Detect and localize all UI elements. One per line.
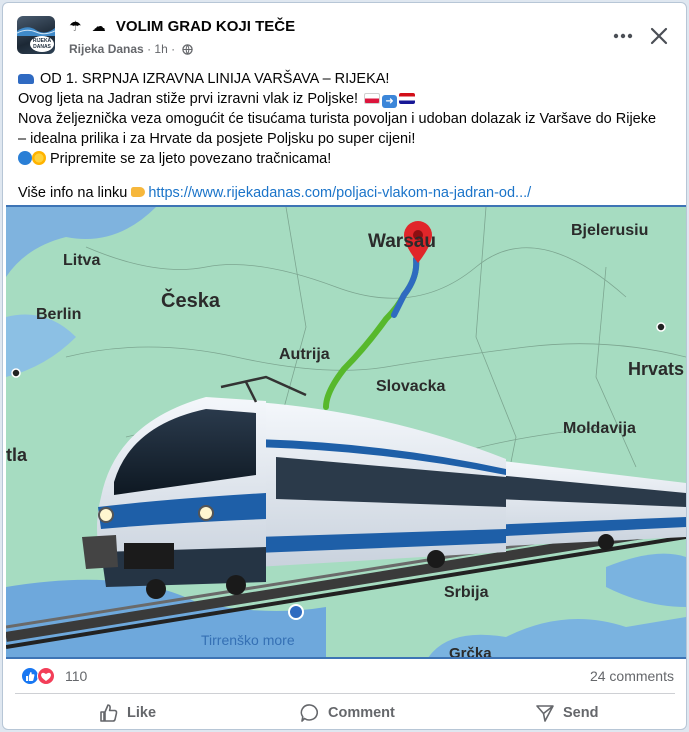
comment-label: Comment xyxy=(328,705,395,721)
map-label-moldova: Moldavija xyxy=(563,420,636,437)
post-text: OD 1. SRPNJA IZRAVNA LINIJA VARŠAVA – RI… xyxy=(18,69,678,203)
comment-bubble-icon xyxy=(300,704,319,722)
line-5-text: Pripremite se za ljeto povezano tračnica… xyxy=(50,151,332,167)
map-label-italy: tla xyxy=(6,445,28,465)
map-label-warsaw: Warsau xyxy=(368,231,436,252)
map-label-serbia: Srbija xyxy=(444,584,489,601)
line-2-text: Ovog ljeta na Jadran stiže prvi izravni … xyxy=(18,91,359,107)
more-options-button[interactable] xyxy=(609,25,637,47)
send-icon xyxy=(536,705,554,722)
sun-emoji-icon xyxy=(32,151,46,165)
map-label-tyrrhenian: Tirrenško more xyxy=(201,632,295,648)
avatar-wave-graphic xyxy=(17,27,55,36)
link-prefix: Više info na linku xyxy=(18,185,128,201)
like-reaction-icon xyxy=(21,667,39,685)
post-meta: Rijeka Danas · 1h · xyxy=(69,42,194,56)
post-link-line: Više info na linku https://www.rijekadana… xyxy=(18,183,678,203)
post-line-2: Ovog ljeta na Jadran stiže prvi izravni … xyxy=(18,89,678,109)
train-emoji-icon xyxy=(18,74,34,84)
headline-text: OD 1. SRPNJA IZRAVNA LINIJA VARŠAVA – RI… xyxy=(40,71,390,87)
post-line-1: OD 1. SRPNJA IZRAVNA LINIJA VARŠAVA – RI… xyxy=(18,69,678,89)
poland-flag-icon xyxy=(364,93,381,104)
pointing-hand-icon xyxy=(131,187,146,197)
comments-count[interactable]: 24 comments xyxy=(590,668,674,684)
close-button[interactable] xyxy=(646,23,672,49)
meta-separator-2: · xyxy=(171,42,179,56)
ellipsis-icon xyxy=(613,33,633,39)
article-link[interactable]: https://www.rijekadanas.com/poljaci-vlak… xyxy=(148,185,531,201)
post-header: RIJEKA DANAS ☂ ☁ VOLIM GRAD KOJI TEČE Ri… xyxy=(3,3,686,65)
avatar[interactable]: RIJEKA DANAS xyxy=(17,16,55,54)
reactions-bar: 110 24 comments xyxy=(3,661,686,691)
map-label-lithuania: Litva xyxy=(63,252,100,269)
action-bar: Like Comment Send xyxy=(3,695,686,729)
like-button[interactable]: Like xyxy=(99,697,156,729)
globe-icon xyxy=(182,44,194,55)
city-dot-icon xyxy=(656,322,666,332)
map-label-croatia: Hrvats xyxy=(628,359,684,379)
love-reaction-icon xyxy=(37,667,55,685)
reaction-icons-graphic xyxy=(21,667,55,685)
map-label-czech: Česka xyxy=(161,288,221,312)
reaction-icons[interactable] xyxy=(21,667,61,685)
map-label-slovakia: Slovacka xyxy=(376,378,445,395)
post-image[interactable]: Warsau Bjelerusiu Litva Česka Berlin Aut… xyxy=(6,205,686,659)
author-name[interactable]: Rijeka Danas xyxy=(69,42,144,56)
arrow-right-icon: ➜ xyxy=(382,95,398,108)
avatar-badge: RIJEKA DANAS xyxy=(30,36,54,52)
umbrella-icon: ☂ xyxy=(69,18,82,34)
city-dot-icon xyxy=(11,368,21,378)
wave-emoji-icon xyxy=(18,151,32,165)
map-label-berlin: Berlin xyxy=(36,306,81,323)
map-marker-icon xyxy=(288,604,304,620)
post-time[interactable]: 1h xyxy=(154,42,167,56)
divider xyxy=(15,693,675,694)
send-button[interactable]: Send xyxy=(535,697,598,729)
map-label-greece: Grčka xyxy=(449,645,492,659)
cloud-rain-icon: ☁ xyxy=(91,18,106,34)
group-title[interactable]: ☂ ☁ VOLIM GRAD KOJI TEČE xyxy=(69,18,295,35)
croatia-flag-icon xyxy=(399,93,416,104)
like-label: Like xyxy=(127,705,157,721)
map-label-austria: Autrija xyxy=(279,346,330,363)
post-line-5: Pripremite se za ljeto povezano tračnica… xyxy=(18,149,678,169)
close-icon xyxy=(650,27,668,45)
group-title-text: VOLIM GRAD KOJI TEČE xyxy=(115,18,296,35)
post-card: RIJEKA DANAS ☂ ☁ VOLIM GRAD KOJI TEČE Ri… xyxy=(2,2,687,730)
post-line-3: Nova željeznička veza omogućit će tisuća… xyxy=(18,111,657,127)
map-label-belarus: Bjelerusiu xyxy=(571,222,648,239)
comment-button[interactable]: Comment xyxy=(300,697,395,729)
post-line-4: – idealna prilika i za Hrvate da posjete… xyxy=(18,131,416,147)
reaction-count[interactable]: 110 xyxy=(65,668,87,684)
send-label: Send xyxy=(563,705,599,721)
map-train-illustration: Warsau Bjelerusiu Litva Česka Berlin Aut… xyxy=(6,207,686,659)
thumbs-up-icon xyxy=(100,704,118,722)
